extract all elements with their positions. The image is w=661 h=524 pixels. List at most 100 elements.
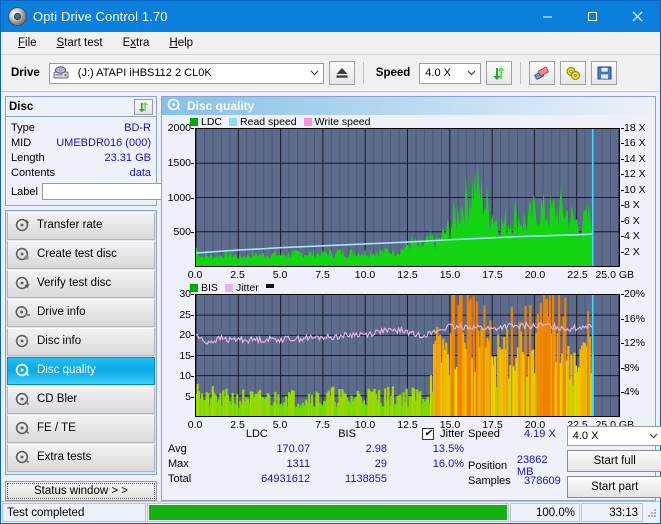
sidebar-item-cd-bler[interactable]: CD Bler (7, 386, 155, 414)
stats-table: LDC BIS ✔ Jitter Avg 170.07 2.98 13.5% M… (168, 426, 468, 498)
sidebar-item-label: Disc quality (37, 364, 96, 377)
disc-quality-icon (167, 98, 181, 114)
stats-row-label: Max (168, 457, 189, 470)
axis-tick-label: 6 X (621, 214, 640, 227)
axis-tick-label: 12.5 (397, 419, 418, 431)
eject-button[interactable] (328, 61, 355, 85)
erase-button[interactable] (529, 61, 556, 85)
bis-y-axis: 5 10 15 20 25 30 (164, 288, 194, 417)
legend-swatch (229, 118, 238, 126)
legend-item-read-speed: Read speed (229, 116, 297, 128)
sidebar-item-drive-info[interactable]: Drive info (7, 299, 155, 327)
axis-tick-label: 30 (179, 288, 194, 300)
stats-row-avg: Avg 170.07 2.98 13.5% (168, 441, 468, 456)
disc-tools-button[interactable] (560, 61, 587, 85)
content-title: Disc quality (187, 99, 255, 113)
start-part-button[interactable]: Start part (566, 476, 661, 498)
maximize-button[interactable] (570, 1, 615, 32)
charts-area: LDC Read speed Write speed 500 1000 1500 20… (162, 115, 655, 431)
result-values: Speed 4.19 X Position 23862 MB Samples 3… (468, 426, 561, 498)
axis-tick-label: 25 (179, 308, 194, 321)
menu-file[interactable]: FFileile (9, 34, 46, 52)
sidebar-item-disc-quality[interactable]: Disc quality (7, 357, 155, 385)
disc-info-list: Type BD-R MID UMEBDR016 (000) Length 23.… (6, 117, 217, 205)
axis-tick-label: 17.5 (482, 419, 503, 431)
stats-row-label: Total (168, 472, 192, 485)
disc-refresh-button[interactable] (134, 98, 153, 115)
progress-fill (149, 505, 507, 520)
drive-label: Drive (11, 67, 40, 79)
status-text: Test completed (2, 503, 146, 522)
menu-start-test[interactable]: Start test (48, 34, 112, 52)
window-controls (525, 1, 660, 32)
app-title: Opti Drive Control 1.70 (33, 9, 168, 24)
status-bar: Test completed 100.0% 33:13 (1, 501, 660, 523)
close-button[interactable] (615, 1, 660, 32)
content-panel: Disc quality LDC Read speed Write speed … (161, 96, 661, 501)
disc-panel-title: Disc (9, 100, 34, 113)
bis-y2-axis: 4% 8% 12% 16% 20% (620, 288, 653, 417)
sidebar-item-extra-tests[interactable]: Extra tests (7, 444, 155, 472)
sidebar-item-verify-test-disc[interactable]: Verify test disc (7, 270, 155, 298)
progress-bar (147, 503, 509, 522)
sidebar-item-fe-te[interactable]: FE / TE (7, 415, 155, 443)
result-key-samples: Samples (468, 474, 511, 487)
axis-tick-label: 10 (179, 370, 194, 382)
disc-value: BD-R (124, 121, 151, 134)
disc-write-icon (15, 247, 30, 264)
stats-value-jitter: 16.0% (432, 457, 464, 470)
disc-label-row: Label (11, 182, 217, 201)
sidebar-item-label: Extra tests (37, 451, 92, 464)
result-speed-select[interactable]: 4.0 X (566, 426, 661, 446)
menu-extra[interactable]: Extra (114, 34, 159, 52)
disc-verify-icon (15, 276, 30, 293)
axis-tick-label: 2.5 (230, 269, 245, 281)
stats-area: LDC BIS ✔ Jitter Avg 170.07 2.98 13.5% M… (162, 422, 661, 500)
resize-grip-icon[interactable] (646, 507, 658, 519)
ldc-chart: LDC Read speed Write speed 500 1000 1500 20… (164, 116, 653, 282)
legend-label: Write speed (314, 116, 371, 128)
axis-tick-label: 20.0 (524, 419, 546, 431)
result-key-position: Position (468, 459, 508, 472)
test-controls: 4.0 X Start full Start part (566, 426, 661, 498)
sidebar-item-transfer-rate[interactable]: Transfer rate (7, 212, 155, 240)
stats-row-max: Max 1311 29 16.0% (168, 456, 468, 471)
axis-tick-label: 10 X (621, 183, 646, 196)
axis-tick-label: 25.0 GB (595, 269, 634, 281)
axis-tick-label: 16% (620, 312, 646, 325)
result-value-samples: 378609 (524, 474, 561, 487)
save-button[interactable] (591, 61, 618, 85)
sidebar-item-label: FE / TE (37, 422, 76, 435)
disc-key: MID (11, 136, 32, 149)
disc-extra-icon (15, 450, 30, 467)
axis-tick-label: 5 (185, 390, 194, 403)
drive-select[interactable]: (J:) ATAPI iHBS112 2 CL0K (48, 62, 324, 84)
speed-select[interactable]: 4.0 X (419, 62, 482, 84)
axis-tick-label: 20.0 (524, 269, 546, 281)
legend-swatch (224, 284, 233, 292)
disc-key: Type (11, 121, 35, 134)
legend-swatch (303, 118, 312, 126)
legend-item-bis: BIS (190, 282, 218, 294)
minimize-button[interactable] (525, 1, 570, 32)
axis-tick-label: 16 X (621, 137, 646, 150)
result-row-samples: Samples 378609 (468, 473, 561, 488)
axis-tick-label: 10.0 (354, 419, 376, 431)
ldc-plot-wrap: 500 1000 1500 2000 2 X 4 X 6 X 8 X 10 X 12 X 14 X… (164, 122, 653, 282)
refresh-button[interactable] (486, 61, 513, 85)
axis-tick-label: 2.5 (230, 419, 245, 431)
app-disc-icon (9, 8, 26, 25)
sidebar-item-disc-info[interactable]: Disc info (7, 328, 155, 356)
bis-chart: BIS Jitter 5 10 15 20 25 30 4% 8% 12% 16% 20% 0.0… (164, 282, 653, 432)
sidebar-item-create-test-disc[interactable]: Create test disc (7, 241, 155, 269)
result-speed-value: 4.0 X (572, 430, 599, 442)
result-summary: Speed 4.19 X Position 23862 MB Samples 3… (468, 426, 661, 498)
axis-tick-label: 22.5 (567, 269, 588, 281)
status-window-button[interactable]: Status window > > (5, 481, 157, 501)
menu-help[interactable]: Help (160, 34, 202, 52)
bis-chart-legend: BIS Jitter (164, 282, 653, 294)
legend-label: LDC (201, 116, 223, 128)
start-full-button[interactable]: Start full (566, 450, 661, 472)
stats-value-ldc: 170.07 (276, 442, 311, 455)
axis-tick-label: 7.5 (315, 419, 330, 431)
